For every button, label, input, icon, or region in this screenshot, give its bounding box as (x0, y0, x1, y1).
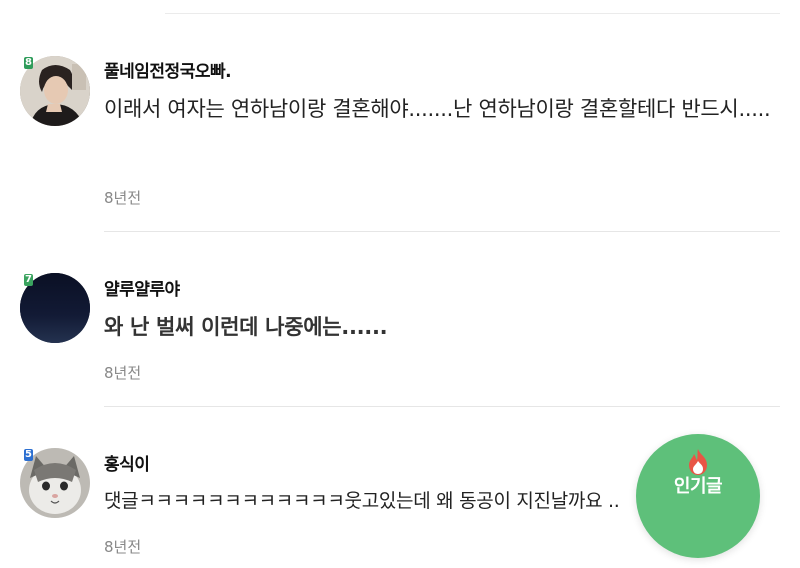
username[interactable]: 홍식이 (104, 450, 150, 475)
popular-posts-button[interactable]: 인기글 (636, 434, 760, 558)
comment-divider (104, 231, 780, 232)
comment-text: 이래서 여자는 연하남이랑 결혼해야.......난 연하남이랑 결혼할테다 반… (104, 97, 771, 121)
level-badge: 7 (24, 274, 33, 286)
avatar[interactable]: 5 (20, 448, 90, 518)
level-badge: 5 (24, 449, 33, 461)
popular-posts-label: 인기글 (673, 476, 723, 497)
timestamp: 8년전 (104, 189, 142, 207)
top-divider (165, 13, 780, 14)
avatar[interactable]: 8 (20, 56, 90, 126)
username[interactable]: 풀네임전정국오빠. (104, 57, 232, 82)
level-badge: 8 (24, 57, 33, 69)
avatar[interactable]: 7 (20, 273, 90, 343)
username[interactable]: 얄루얄루야 (104, 275, 180, 300)
comment-page: 8 풀네임전정국오빠. 이래서 여자는 연하남이랑 결혼해야.......난 연… (0, 0, 800, 568)
comment-divider (104, 406, 780, 407)
comment-text: 와 난 벌써 이런데 나중에는...... (104, 315, 388, 339)
timestamp: 8년전 (104, 364, 142, 382)
timestamp: 8년전 (104, 538, 142, 556)
